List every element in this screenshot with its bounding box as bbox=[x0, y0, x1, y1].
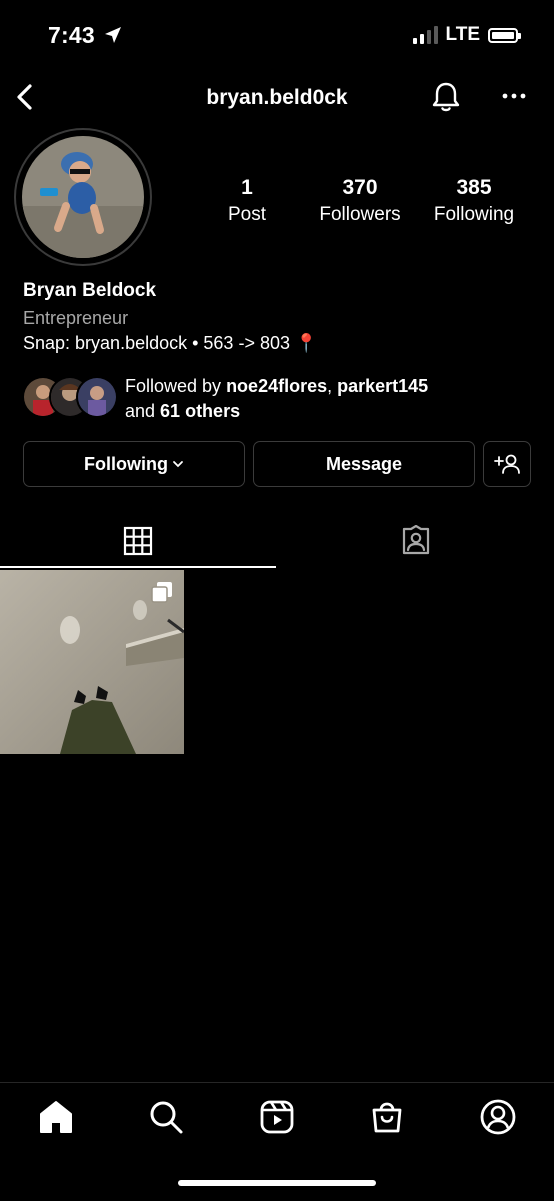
following-stat[interactable]: 385 Following bbox=[419, 176, 529, 226]
mutual-others[interactable]: 61 others bbox=[160, 401, 240, 421]
multiple-posts-icon bbox=[151, 582, 172, 603]
signal-icon bbox=[412, 26, 438, 44]
followers-stat[interactable]: 370 Followers bbox=[305, 176, 415, 226]
posts-stat[interactable]: 1 Post bbox=[192, 176, 302, 226]
followers-count: 370 bbox=[342, 176, 378, 199]
suggested-users-button[interactable] bbox=[483, 441, 531, 487]
status-indicators: LTE bbox=[412, 24, 521, 46]
mutual-user-1[interactable]: noe24flores bbox=[226, 376, 327, 396]
followed-by-text[interactable]: Followed by noe24flores, parkert145 and … bbox=[125, 374, 428, 424]
following-button-label: Following bbox=[84, 453, 168, 474]
profile-bio: Snap: bryan.beldock • 563 -> 803 📍 bbox=[23, 333, 318, 353]
avatar-image bbox=[22, 136, 144, 258]
chevron-down-icon bbox=[173, 461, 183, 468]
mutual-separator: , bbox=[327, 376, 338, 396]
profile-category: Entrepreneur bbox=[23, 308, 129, 328]
grid-icon bbox=[123, 526, 153, 556]
status-time-text: 7:43 bbox=[48, 22, 95, 48]
following-count: 385 bbox=[456, 176, 492, 199]
search-icon[interactable] bbox=[147, 1098, 185, 1136]
mutual-followers-avatars[interactable] bbox=[22, 376, 118, 418]
shop-icon[interactable] bbox=[368, 1098, 406, 1136]
more-dots-icon[interactable] bbox=[500, 86, 528, 106]
followers-label: Followers bbox=[319, 204, 401, 225]
followed-by-prefix: Followed by bbox=[125, 376, 227, 396]
posts-label: Post bbox=[227, 204, 267, 225]
tab-tagged[interactable] bbox=[278, 515, 554, 567]
add-user-icon bbox=[494, 454, 520, 474]
tagged-icon bbox=[402, 525, 430, 555]
status-time: 7:43 bbox=[48, 22, 123, 49]
profile-icon[interactable] bbox=[479, 1098, 517, 1136]
post-thumbnail[interactable] bbox=[0, 570, 184, 754]
reels-icon[interactable] bbox=[258, 1098, 296, 1136]
mutual-avatar bbox=[76, 376, 118, 418]
active-tab-indicator bbox=[0, 566, 276, 568]
posts-count: 1 bbox=[241, 176, 253, 199]
tab-posts-grid[interactable] bbox=[0, 515, 276, 567]
mutual-user-2[interactable]: parkert145 bbox=[337, 376, 428, 396]
profile-display-name: Bryan Beldock bbox=[23, 280, 157, 301]
following-button[interactable]: Following bbox=[23, 441, 245, 487]
message-button-label: Message bbox=[325, 453, 403, 474]
and-text: and bbox=[125, 401, 161, 421]
bell-icon[interactable] bbox=[430, 80, 462, 114]
network-label: LTE bbox=[445, 24, 480, 45]
following-label: Following bbox=[433, 204, 515, 225]
profile-username: bryan.beld0ck bbox=[206, 86, 348, 109]
battery-icon bbox=[488, 27, 521, 43]
message-button[interactable]: Message bbox=[253, 441, 475, 487]
profile-avatar[interactable] bbox=[14, 128, 152, 266]
home-indicator[interactable] bbox=[178, 1180, 376, 1186]
home-icon[interactable] bbox=[37, 1098, 75, 1136]
location-arrow-icon bbox=[105, 27, 122, 43]
